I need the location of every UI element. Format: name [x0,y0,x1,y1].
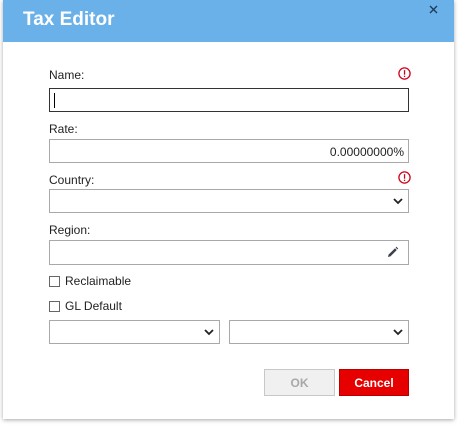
dialog-titlebar: Tax Editor [3,0,454,42]
gl-subaccount-select[interactable] [229,320,409,344]
gl-default-label: GL Default [65,299,122,313]
text-caret [54,93,55,108]
error-icon [398,171,411,184]
tax-editor-dialog: Tax Editor Name: Rate: 0.00000000% Count… [3,0,454,419]
chevron-down-icon [393,329,403,336]
reclaimable-checkbox[interactable] [49,275,60,287]
rate-input[interactable]: 0.00000000% [49,139,409,163]
error-icon [398,67,411,80]
reclaimable-label: Reclaimable [65,274,132,288]
chevron-down-icon [204,329,214,336]
pencil-icon[interactable] [386,246,399,259]
dialog-title: Tax Editor [23,9,115,30]
cancel-button[interactable]: Cancel [339,369,409,396]
region-label: Region: [49,223,91,237]
chevron-down-icon [393,198,403,205]
region-input[interactable] [49,240,409,265]
country-label: Country: [49,173,95,187]
gl-default-checkbox-row[interactable]: GL Default [49,299,122,313]
name-input[interactable] [49,88,409,112]
country-select[interactable] [49,189,409,213]
rate-label: Rate: [49,122,78,136]
reclaimable-checkbox-row[interactable]: Reclaimable [49,274,131,288]
ok-button[interactable]: OK [264,369,335,396]
name-label: Name: [49,68,85,82]
gl-account-select[interactable] [49,320,220,344]
gl-default-checkbox[interactable] [49,300,60,312]
close-icon[interactable] [426,2,440,16]
rate-value: 0.00000000% [329,145,404,159]
